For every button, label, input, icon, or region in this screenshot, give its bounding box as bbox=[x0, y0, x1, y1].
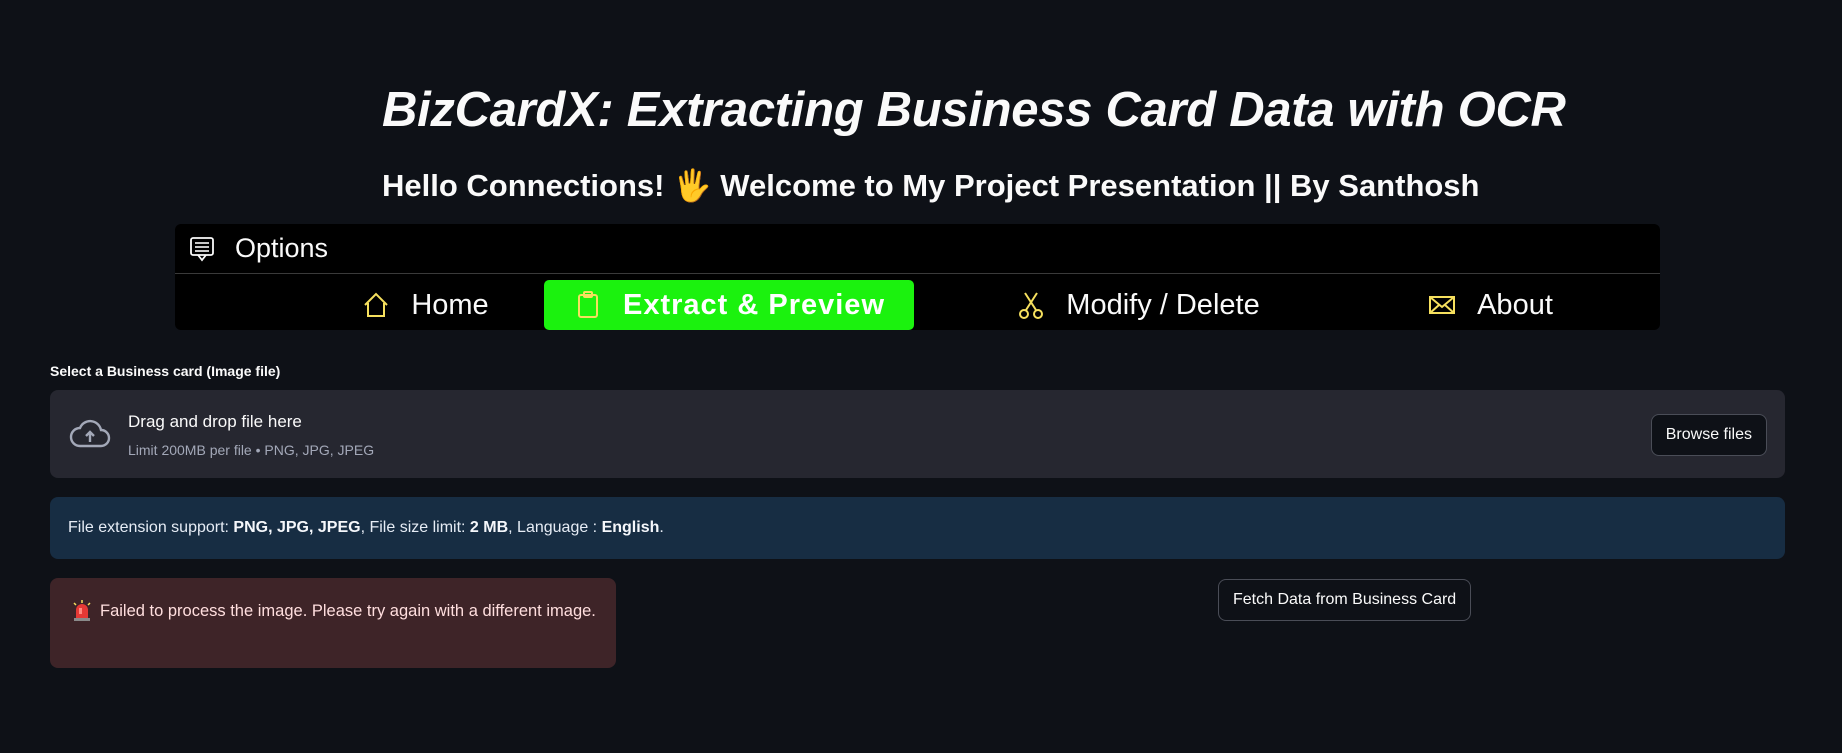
info-suffix: . bbox=[659, 519, 664, 536]
scissors-icon bbox=[1016, 290, 1046, 320]
info-formats: PNG, JPG, JPEG bbox=[233, 519, 361, 536]
clipboard-icon bbox=[573, 290, 603, 320]
dropzone-limit: Limit 200MB per file • PNG, JPG, JPEG bbox=[128, 442, 375, 458]
info-lang-prefix: , Language : bbox=[508, 519, 602, 536]
info-size-prefix: , File size limit: bbox=[360, 519, 470, 536]
file-dropzone[interactable]: Drag and drop file here Limit 200MB per … bbox=[50, 390, 1785, 478]
nav-item-extract-preview[interactable]: Extract & Preview bbox=[544, 280, 914, 330]
siren-icon bbox=[72, 600, 92, 622]
info-language: English bbox=[601, 519, 660, 536]
browse-files-button[interactable]: Browse files bbox=[1650, 414, 1767, 456]
page-subtitle: Hello Connections! 🖐 Welcome to My Proje… bbox=[382, 168, 1480, 203]
info-alert: File extension support: PNG, JPG, JPEG, … bbox=[50, 497, 1785, 559]
menu-title: Options bbox=[235, 233, 329, 263]
house-icon bbox=[361, 290, 391, 320]
nav-item-label: Modify / Delete bbox=[1066, 288, 1260, 321]
nav-item-about[interactable]: About bbox=[1340, 280, 1640, 330]
nav-item-modify-delete[interactable]: Modify / Delete bbox=[948, 280, 1328, 330]
error-alert: Failed to process the image. Please try … bbox=[50, 578, 616, 668]
envelope-icon bbox=[1427, 290, 1457, 320]
nav-item-label: Extract & Preview bbox=[622, 288, 885, 321]
nav-item-home[interactable]: Home bbox=[280, 280, 570, 330]
nav-item-label: About bbox=[1477, 288, 1553, 321]
options-menu: Options Home Extract & Preview Modify / … bbox=[175, 224, 1660, 330]
info-prefix: File extension support: bbox=[68, 519, 234, 536]
app-page: BizCardX: Extracting Business Card Data … bbox=[0, 0, 1842, 753]
menu-header: Options bbox=[175, 224, 1660, 274]
menu-card-icon bbox=[187, 234, 217, 264]
menu-items: Home Extract & Preview Modify / Delete A… bbox=[175, 274, 1660, 330]
info-size: 2 MB bbox=[469, 519, 509, 536]
error-message: Failed to process the image. Please try … bbox=[100, 602, 596, 620]
dropzone-instruction: Drag and drop file here bbox=[128, 412, 302, 431]
uploader-label: Select a Business card (Image file) bbox=[50, 363, 281, 379]
cloud-upload-icon bbox=[68, 416, 112, 452]
page-title: BizCardX: Extracting Business Card Data … bbox=[382, 83, 1566, 137]
nav-item-label: Home bbox=[411, 288, 489, 321]
fetch-data-button[interactable]: Fetch Data from Business Card bbox=[1218, 579, 1472, 621]
